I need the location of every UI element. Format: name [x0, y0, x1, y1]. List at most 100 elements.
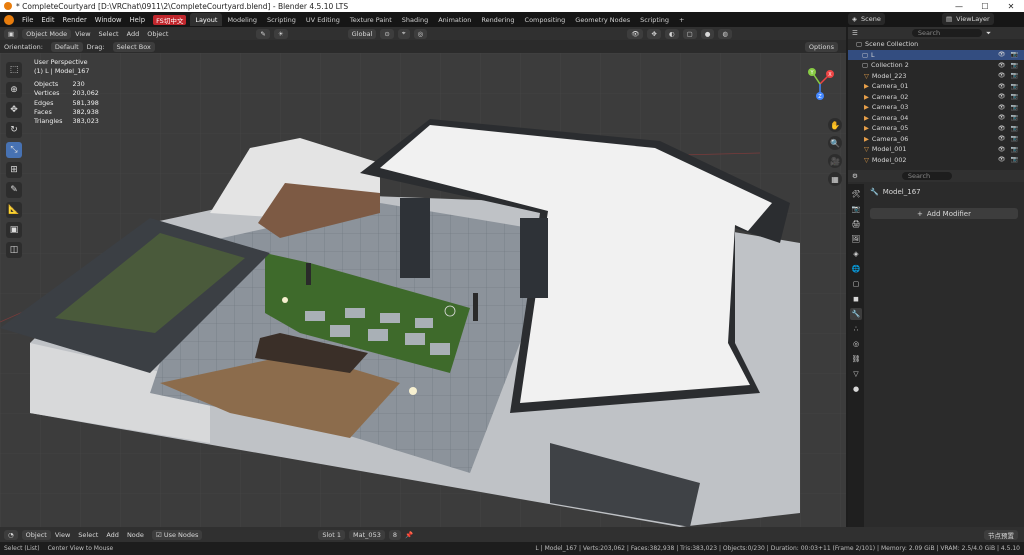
- 3d-viewport[interactable]: [0, 53, 846, 527]
- eye-icon[interactable]: 👁: [998, 62, 1006, 69]
- measure-tool-icon[interactable]: 📐: [6, 202, 22, 218]
- tab-uv-editing[interactable]: UV Editing: [301, 13, 345, 26]
- menu-object[interactable]: Object: [143, 30, 172, 38]
- tool-tab-icon[interactable]: 🛠: [850, 188, 862, 200]
- options-dropdown[interactable]: Options: [804, 41, 838, 52]
- menu-node[interactable]: Node: [123, 531, 148, 539]
- drag-dropdown[interactable]: Select Box: [112, 41, 155, 52]
- transform-orientation-dropdown[interactable]: Global: [347, 28, 377, 39]
- outliner-row[interactable]: ▶ Camera_03 👁 📷: [848, 102, 1024, 113]
- eye-icon[interactable]: 👁: [998, 125, 1006, 132]
- eye-icon[interactable]: 👁: [998, 72, 1006, 79]
- language-toggle-button[interactable]: FS切中文: [153, 14, 187, 25]
- render-visibility-icon[interactable]: 📷: [1011, 93, 1018, 100]
- render-visibility-icon[interactable]: 📷: [1011, 114, 1018, 121]
- eye-icon[interactable]: 👁: [998, 114, 1006, 121]
- data-tab-icon[interactable]: ▽: [850, 368, 862, 380]
- menu-add-bottom[interactable]: Add: [102, 531, 123, 539]
- gizmo-toggle-icon[interactable]: ✥: [647, 28, 661, 39]
- eyedropper-icon[interactable]: ✎: [256, 28, 270, 39]
- select-tool-icon[interactable]: ⬚: [6, 62, 22, 78]
- add-cube-tool-icon[interactable]: ▣: [6, 222, 22, 238]
- properties-editor-icon[interactable]: ⚙: [852, 172, 858, 180]
- cursor-tool-icon[interactable]: ⊕: [6, 82, 22, 98]
- render-visibility-icon[interactable]: 📷: [1011, 125, 1018, 132]
- eye-icon[interactable]: 👁: [998, 83, 1006, 90]
- grid-toggle-icon[interactable]: ▦: [828, 172, 842, 186]
- shading-solid-icon[interactable]: ●: [700, 28, 715, 39]
- blender-menu-icon[interactable]: [4, 14, 14, 25]
- tab-layout[interactable]: Layout: [190, 13, 223, 26]
- slot-dropdown[interactable]: Slot 1: [318, 529, 346, 540]
- tab-animation[interactable]: Animation: [433, 13, 476, 26]
- filter-icon[interactable]: ⏷: [986, 29, 991, 38]
- outliner-row[interactable]: ▶ Camera_02 👁 📷: [848, 92, 1024, 103]
- outliner-editor-icon[interactable]: ☰: [852, 29, 858, 37]
- orientation-dropdown[interactable]: Default: [50, 41, 83, 52]
- view-layer-tab-icon[interactable]: 🖼: [850, 233, 862, 245]
- pivot-icon[interactable]: ⊙: [380, 28, 394, 39]
- menu-view-bottom[interactable]: View: [51, 531, 74, 539]
- menu-select[interactable]: Select: [95, 30, 123, 38]
- constraints-tab-icon[interactable]: ⛓: [850, 353, 862, 365]
- tab-scripting[interactable]: Scripting: [262, 13, 301, 26]
- physics-tab-icon[interactable]: ◎: [850, 338, 862, 350]
- render-tab-icon[interactable]: 📷: [850, 203, 862, 215]
- outliner-row[interactable]: ▽ Model_002 👁 📷: [848, 155, 1024, 166]
- proportional-edit-icon[interactable]: ◎: [413, 28, 428, 39]
- tab-compositing[interactable]: Compositing: [520, 13, 571, 26]
- visibility-icon[interactable]: 👁: [627, 28, 644, 39]
- material-tab-icon[interactable]: ●: [850, 383, 862, 395]
- menu-window[interactable]: Window: [91, 16, 126, 24]
- object-dropdown[interactable]: Object: [21, 529, 51, 540]
- viewlayer-selector[interactable]: ▤ ViewLayer: [942, 13, 994, 25]
- rotate-tool-icon[interactable]: ↻: [6, 122, 22, 138]
- menu-help[interactable]: Help: [126, 16, 150, 24]
- eye-icon[interactable]: 👁: [998, 156, 1006, 163]
- move-tool-icon[interactable]: ✥: [6, 102, 22, 118]
- material-dropdown[interactable]: Mat_053: [349, 529, 385, 540]
- world-tab-icon[interactable]: 🌐: [850, 263, 862, 275]
- add-object-tool-icon[interactable]: ◫: [6, 242, 22, 258]
- eye-icon[interactable]: 👁: [998, 135, 1006, 142]
- outliner-row[interactable]: ▶ Camera_01 👁 📷: [848, 81, 1024, 92]
- light-icon[interactable]: ☀: [273, 28, 288, 39]
- render-visibility-icon[interactable]: 📷: [1011, 104, 1018, 111]
- tab-rendering[interactable]: Rendering: [476, 13, 519, 26]
- eye-icon[interactable]: 👁: [998, 93, 1006, 100]
- editor-type-icon[interactable]: ◔: [4, 529, 18, 540]
- render-visibility-icon[interactable]: 📷: [1011, 146, 1018, 153]
- collection-tab-icon[interactable]: ▢: [850, 278, 862, 290]
- object-tab-icon[interactable]: ◼: [850, 293, 862, 305]
- camera-view-icon[interactable]: 🎥: [828, 154, 842, 168]
- maximize-icon[interactable]: ☐: [972, 0, 998, 12]
- node-presets-button[interactable]: 节点预置: [984, 529, 1018, 540]
- menu-select-bottom[interactable]: Select: [74, 531, 102, 539]
- navigation-gizmo[interactable]: X Y Z: [800, 62, 840, 102]
- render-visibility-icon[interactable]: 📷: [1011, 51, 1018, 58]
- tab-modeling[interactable]: Modeling: [222, 13, 262, 26]
- close-icon[interactable]: ✕: [998, 0, 1024, 12]
- eye-icon[interactable]: 👁: [998, 51, 1006, 58]
- pin-icon[interactable]: 📌: [401, 531, 417, 539]
- overlay-toggle-icon[interactable]: ◐: [664, 28, 679, 39]
- tab-texture-paint[interactable]: Texture Paint: [345, 13, 397, 26]
- transform-tool-icon[interactable]: ⊞: [6, 162, 22, 178]
- render-visibility-icon[interactable]: 📷: [1011, 62, 1018, 69]
- shading-material-icon[interactable]: ◍: [718, 28, 733, 39]
- eye-icon[interactable]: 👁: [998, 104, 1006, 111]
- menu-view[interactable]: View: [71, 30, 94, 38]
- add-modifier-button[interactable]: + Add Modifier: [870, 208, 1018, 219]
- output-tab-icon[interactable]: 🖨: [850, 218, 862, 230]
- menu-file[interactable]: File: [18, 16, 37, 24]
- modifier-tab-icon[interactable]: 🔧: [850, 308, 862, 320]
- outliner-search-input[interactable]: Search: [911, 29, 982, 37]
- scene-tab-icon[interactable]: ◈: [850, 248, 862, 260]
- properties-search-input[interactable]: Search: [901, 172, 952, 180]
- scene-collection-row[interactable]: ▢ Scene Collection: [848, 39, 1024, 50]
- annotate-tool-icon[interactable]: ✎: [6, 182, 22, 198]
- render-visibility-icon[interactable]: 📷: [1011, 135, 1018, 142]
- outliner-row[interactable]: ▶ Camera_05 👁 📷: [848, 123, 1024, 134]
- render-visibility-icon[interactable]: 📷: [1011, 83, 1018, 90]
- outliner-row[interactable]: ▶ Camera_04 👁 📷: [848, 113, 1024, 124]
